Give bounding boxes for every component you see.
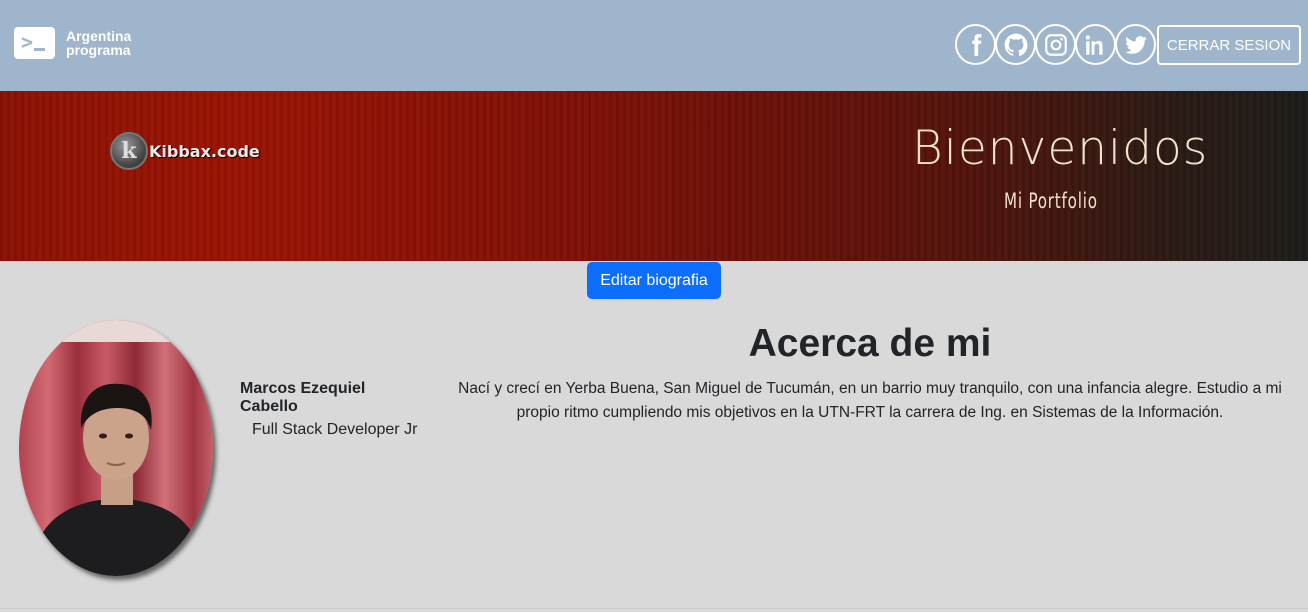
facebook-link[interactable]: [955, 24, 996, 65]
twitter-link[interactable]: [1115, 24, 1156, 65]
logout-button[interactable]: CERRAR SESION: [1157, 25, 1301, 65]
profile-photo: [19, 320, 213, 576]
logo-text: Argentina programa: [66, 29, 131, 57]
banner-subtitle: Mi Portfolio: [1004, 189, 1098, 213]
github-link[interactable]: [995, 24, 1036, 65]
edit-biography-button[interactable]: Editar biografia: [587, 262, 721, 299]
github-icon: [1004, 33, 1027, 56]
kibbax-logo: k Kibbax.code: [110, 132, 260, 170]
section-divider: [0, 608, 1308, 609]
brand-name: Kibbax.code: [149, 141, 260, 161]
kibbax-k-icon: k: [110, 132, 148, 170]
about-text: Nací y crecí en Yerba Buena, San Miguel …: [458, 380, 1282, 421]
hero-banner: k Kibbax.code Bienvenidos Mi Portfolio: [0, 91, 1308, 261]
profile-role: Full Stack Developer Jr: [252, 421, 418, 438]
banner-title: Bienvenidos: [912, 121, 1209, 176]
linkedin-icon: [1085, 34, 1102, 55]
instagram-link[interactable]: [1035, 24, 1076, 65]
profile-name: Marcos Ezequiel Cabello: [240, 380, 366, 415]
linkedin-link[interactable]: [1075, 24, 1116, 65]
logo-line-2: programa: [66, 42, 131, 58]
terminal-icon: >: [14, 27, 55, 59]
social-links: [955, 24, 1156, 65]
facebook-icon: [971, 33, 981, 56]
argentina-programa-logo[interactable]: > Argentina programa: [14, 27, 131, 59]
twitter-icon: [1124, 35, 1147, 54]
instagram-icon: [1044, 33, 1067, 56]
profile-photo-image: [19, 320, 213, 576]
top-navbar: > Argentina programa CERRAR SESION: [0, 0, 1308, 91]
logo-line-1: Argentina: [66, 28, 132, 44]
about-title: Acerca de mi: [748, 322, 992, 365]
